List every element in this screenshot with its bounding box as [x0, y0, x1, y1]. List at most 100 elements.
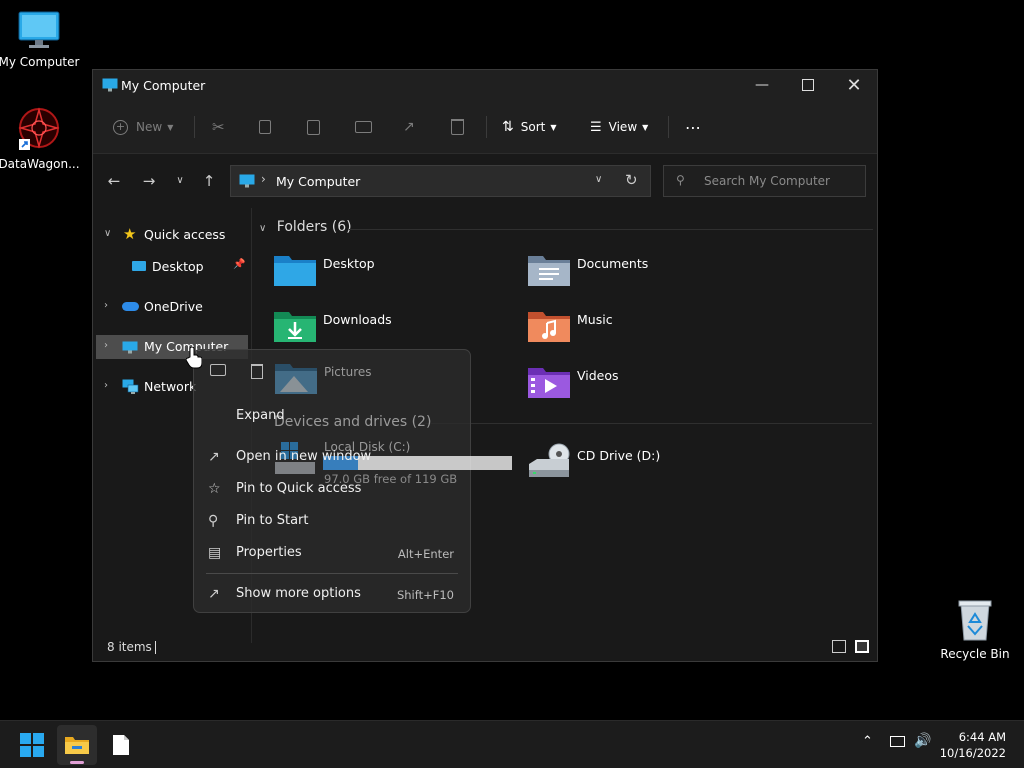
- volume-icon[interactable]: 🔊: [914, 733, 931, 749]
- view-icon: ☰: [590, 119, 602, 135]
- desktop-folder-icon: [274, 256, 316, 286]
- monitor-icon: [18, 11, 60, 48]
- clock[interactable]: 6:44 AM 10/16/2022: [940, 729, 1006, 761]
- start-button[interactable]: [12, 725, 52, 765]
- folder-documents-tile[interactable]: Documents: [527, 250, 757, 294]
- new-button[interactable]: + New ▼: [113, 114, 173, 140]
- menu-item-label: Show more options: [236, 586, 361, 601]
- copy-button[interactable]: [259, 114, 271, 140]
- recent-locations-button[interactable]: ∨: [169, 175, 191, 195]
- title-bar[interactable]: My Computer — ✕: [93, 70, 877, 100]
- menu-item-pin-start[interactable]: ⚲ Pin to Start: [194, 507, 470, 537]
- chevron-down-icon: ∨: [259, 223, 267, 234]
- maximize-button[interactable]: [785, 70, 831, 100]
- recycle-bin-icon: [958, 600, 992, 641]
- search-placeholder: Search My Computer: [704, 174, 830, 188]
- forward-button[interactable]: →: [138, 172, 160, 192]
- chevron-right-icon: ›: [104, 380, 108, 391]
- chevron-down-icon: ∨: [104, 228, 112, 239]
- menu-item-label: Pin to Quick access: [236, 481, 362, 496]
- nav-item-quick-access[interactable]: ∨ ★ Quick access: [96, 223, 248, 247]
- group-divider: [425, 423, 872, 424]
- folder-name: Downloads: [323, 312, 392, 327]
- network-icon: [122, 379, 139, 394]
- view-button[interactable]: ☰ View ▼: [590, 114, 648, 140]
- minimize-button[interactable]: —: [739, 70, 785, 100]
- menu-item-pin-quick-access[interactable]: ☆ Pin to Quick access: [194, 475, 470, 505]
- search-icon: ⚲: [676, 173, 685, 187]
- folders-group-label: Folders (6): [276, 219, 352, 235]
- network-status-icon[interactable]: [890, 736, 905, 747]
- menu-item-shortcut: Alt+Enter: [397, 547, 454, 561]
- desktop-icon-label: Recycle Bin: [940, 647, 1010, 661]
- details-view-icon[interactable]: [832, 640, 846, 653]
- menu-item-open-new-window[interactable]: ↗ Open in new window: [194, 443, 470, 473]
- star-outline-icon: ☆: [208, 481, 221, 497]
- monitor-icon: [122, 341, 138, 354]
- more-options-button[interactable]: ⋯: [685, 114, 701, 140]
- address-bar[interactable]: › My Computer ∨ ↻: [230, 165, 651, 197]
- scissors-icon: ✂: [212, 118, 225, 136]
- address-dropdown-icon[interactable]: ∨: [595, 174, 602, 185]
- folders-group-header[interactable]: ∨ Folders (6): [259, 219, 352, 235]
- cut-button[interactable]: ✂: [212, 114, 225, 140]
- videos-folder-icon: [528, 368, 570, 398]
- file-explorer-taskbar-button[interactable]: [57, 725, 97, 765]
- large-icons-view-icon[interactable]: [855, 640, 869, 653]
- folder-downloads-tile[interactable]: Downloads: [273, 306, 503, 350]
- back-button[interactable]: ←: [103, 172, 125, 192]
- trash-icon: [451, 119, 464, 135]
- documents-folder-icon: [528, 256, 570, 286]
- folder-name: Music: [577, 312, 613, 327]
- close-button[interactable]: ✕: [831, 70, 877, 100]
- nav-item-desktop[interactable]: Desktop 📌: [96, 255, 248, 279]
- folder-music-tile[interactable]: Music: [527, 306, 757, 350]
- minimize-icon: —: [755, 77, 769, 93]
- sort-icon: ⇅: [502, 119, 514, 135]
- chevron-down-icon: ▼: [642, 122, 649, 132]
- folder-desktop-tile[interactable]: Desktop: [273, 250, 503, 294]
- delete-button[interactable]: [451, 114, 464, 140]
- paste-button[interactable]: [307, 114, 320, 140]
- desktop-icon-recycle-bin[interactable]: Recycle Bin: [933, 598, 1017, 661]
- music-folder-icon: [528, 312, 570, 342]
- arrow-up-icon: ↑: [202, 172, 216, 190]
- trash-icon[interactable]: [251, 364, 263, 383]
- notepad-taskbar-button[interactable]: [101, 725, 141, 765]
- menu-item-show-more-options[interactable]: ↗ Show more options Shift+F10: [194, 580, 470, 610]
- drive-cd-tile[interactable]: CD Drive (D:): [527, 440, 757, 484]
- pin-icon[interactable]: 📌: [233, 259, 245, 270]
- folder-name-pictures: Pictures: [324, 365, 372, 379]
- folder-name: Documents: [577, 256, 649, 271]
- sort-button[interactable]: ⇅ Sort ▼: [502, 114, 557, 140]
- menu-item-label: Expand: [236, 408, 285, 423]
- rename-button[interactable]: [355, 114, 372, 140]
- folder-videos-tile[interactable]: Videos: [527, 362, 757, 406]
- show-more-options-icon: ↗: [208, 586, 220, 602]
- separator: [668, 116, 669, 138]
- address-path[interactable]: My Computer: [276, 174, 360, 189]
- rename-icon[interactable]: [210, 364, 226, 380]
- share-button[interactable]: ↗: [403, 114, 415, 140]
- desktop-icon-my-computer[interactable]: My Computer: [0, 10, 81, 69]
- arrow-right-icon: →: [142, 172, 156, 190]
- group-divider: [349, 229, 873, 230]
- chevron-up-icon[interactable]: ⌃: [862, 734, 873, 749]
- menu-item-properties[interactable]: ▤ Properties Alt+Enter: [194, 539, 470, 569]
- menu-item-label: Open in new window: [236, 449, 372, 464]
- up-button[interactable]: ↑: [198, 172, 220, 192]
- desktop-folder-icon: [132, 261, 146, 271]
- taskbar: ⌃ 🔊 6:44 AM 10/16/2022: [0, 720, 1024, 768]
- menu-item-expand[interactable]: Expand: [194, 402, 470, 432]
- chevron-right-icon: ›: [104, 300, 108, 311]
- arrow-left-icon: ←: [107, 172, 121, 190]
- search-input[interactable]: ⚲ Search My Computer: [663, 165, 866, 197]
- nav-item-label: Network: [144, 379, 197, 394]
- monitor-icon: [239, 174, 255, 188]
- refresh-icon[interactable]: ↻: [625, 171, 638, 189]
- desktop-icon-datawagon[interactable]: DataWagon...: [0, 106, 81, 171]
- folder-name: Videos: [577, 368, 619, 383]
- context-menu: Pictures Devices and drives (2) Local Di…: [193, 349, 512, 613]
- nav-item-onedrive[interactable]: › OneDrive: [96, 295, 248, 319]
- hand-cursor-icon: [186, 347, 202, 369]
